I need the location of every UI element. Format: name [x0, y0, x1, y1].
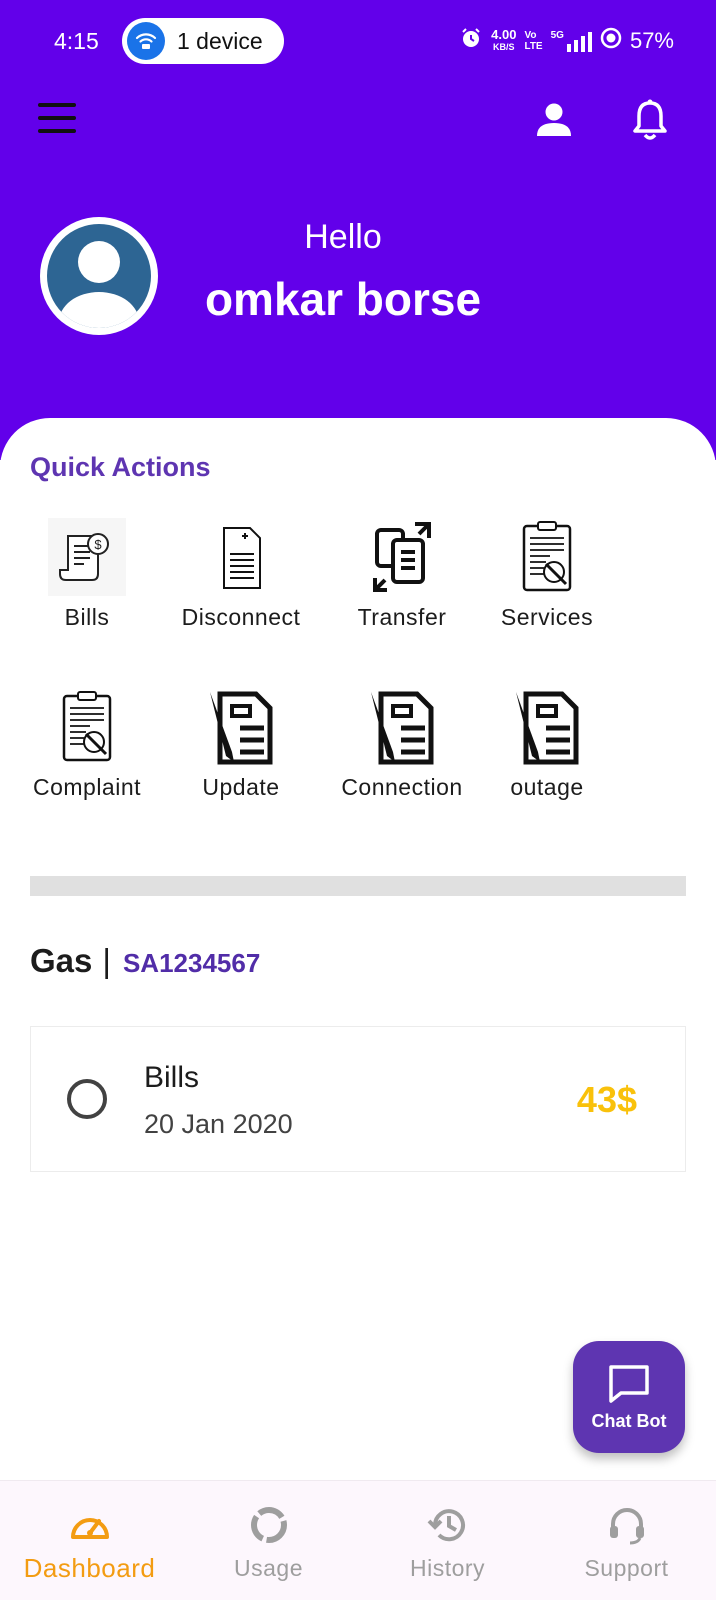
quick-action-label: Bills — [64, 604, 110, 630]
clipboard-wrench-icon — [508, 518, 586, 596]
nav-label: Dashboard — [23, 1553, 156, 1583]
nav-support[interactable]: Support — [537, 1481, 716, 1600]
alarm-icon — [459, 26, 483, 56]
signal-icon: 5G — [551, 30, 592, 52]
nav-dashboard[interactable]: Dashboard — [0, 1481, 179, 1600]
nav-label: History — [409, 1555, 486, 1581]
chat-icon — [609, 1364, 649, 1403]
quick-action-label: Services — [500, 604, 594, 630]
chat-bot-label: Chat Bot — [591, 1410, 667, 1431]
quick-action-connection[interactable]: Connection — [327, 688, 477, 818]
quick-action-services[interactable]: Services — [472, 518, 622, 648]
bill-receipt-icon: $ — [48, 518, 126, 596]
battery-icon — [600, 27, 622, 55]
nav-history[interactable]: History — [358, 1481, 537, 1600]
bill-name: Bills — [144, 1061, 200, 1094]
bill-date: 20 Jan 2020 — [144, 1109, 293, 1139]
document-pen-icon — [202, 688, 280, 766]
account-type: Gas — [30, 942, 93, 979]
donut-chart-icon — [247, 1503, 291, 1547]
user-name: omkar borse — [204, 273, 482, 325]
nav-label: Usage — [234, 1555, 303, 1581]
bell-icon — [633, 99, 667, 140]
device-pill[interactable]: 1 device — [122, 18, 284, 64]
person-icon — [537, 103, 571, 136]
chat-bot-button[interactable]: Chat Bot — [573, 1341, 685, 1453]
quick-action-disconnect[interactable]: Disconnect — [166, 518, 316, 648]
clipboard-wrench-icon — [48, 688, 126, 766]
status-bar: 4:15 1 device 4.00 KB/S Vo LTE 5G 57% — [0, 0, 716, 82]
greeting-text: Hello — [304, 218, 382, 256]
avatar[interactable] — [40, 217, 158, 335]
quick-action-label: outage — [510, 774, 584, 800]
menu-button[interactable] — [38, 103, 76, 133]
account-separator: | — [102, 942, 111, 979]
speedometer-icon — [68, 1503, 112, 1547]
profile-button[interactable] — [534, 100, 574, 140]
device-pill-label: 1 device — [177, 27, 263, 54]
volte-bottom: LTE — [524, 41, 543, 52]
headset-icon — [605, 1503, 649, 1547]
status-time: 4:15 — [54, 28, 99, 54]
quick-action-update[interactable]: Update — [166, 688, 316, 818]
battery-percent: 57% — [629, 28, 674, 53]
account-number[interactable]: SA1234567 — [123, 948, 260, 979]
quick-action-label: Update — [202, 774, 280, 800]
transfer-document-icon — [363, 518, 441, 596]
bill-amount: 43$ — [576, 1079, 637, 1120]
quick-action-transfer[interactable]: Transfer — [327, 518, 477, 648]
history-icon — [426, 1503, 470, 1547]
user-avatar-icon — [47, 224, 151, 328]
document-pen-icon — [508, 688, 586, 766]
notifications-button[interactable] — [630, 98, 670, 142]
quick-action-label: Complaint — [32, 774, 142, 800]
section-divider — [30, 876, 686, 896]
network-speed-unit: KB/S — [493, 42, 515, 52]
document-pen-icon — [363, 688, 441, 766]
quick-action-outage[interactable]: outage — [472, 688, 622, 818]
status-indicators: 4.00 KB/S Vo LTE 5G 57% — [459, 26, 674, 56]
hotspot-icon — [127, 22, 165, 60]
menu-icon — [38, 103, 76, 107]
volte-top: Vo — [524, 30, 537, 41]
nav-usage[interactable]: Usage — [179, 1481, 358, 1600]
svg-text:$: $ — [94, 537, 102, 552]
quick-action-label: Transfer — [357, 604, 447, 630]
document-plus-icon — [202, 518, 280, 596]
bottom-navigation: Dashboard Usage History Support — [0, 1480, 716, 1600]
network-speed-value: 4.00 — [491, 27, 517, 42]
quick-action-label: Connection — [341, 774, 463, 800]
quick-action-label: Disconnect — [181, 604, 301, 630]
bill-card[interactable]: Bills 20 Jan 2020 43$ — [30, 1026, 686, 1172]
quick-actions-title: Quick Actions — [30, 452, 211, 482]
quick-action-bills[interactable]: $ Bills — [12, 518, 162, 648]
nav-label: Support — [584, 1555, 669, 1581]
content-card: Quick Actions $ Bills Disconnect Transfe… — [0, 418, 716, 1480]
network-type: 5G — [550, 30, 564, 41]
bill-radio[interactable] — [67, 1079, 107, 1119]
volte-indicator: Vo LTE — [524, 30, 542, 52]
account-header: Gas | SA1234567 — [30, 942, 260, 980]
quick-action-complaint[interactable]: Complaint — [12, 688, 162, 818]
network-speed: 4.00 KB/S — [491, 27, 517, 53]
